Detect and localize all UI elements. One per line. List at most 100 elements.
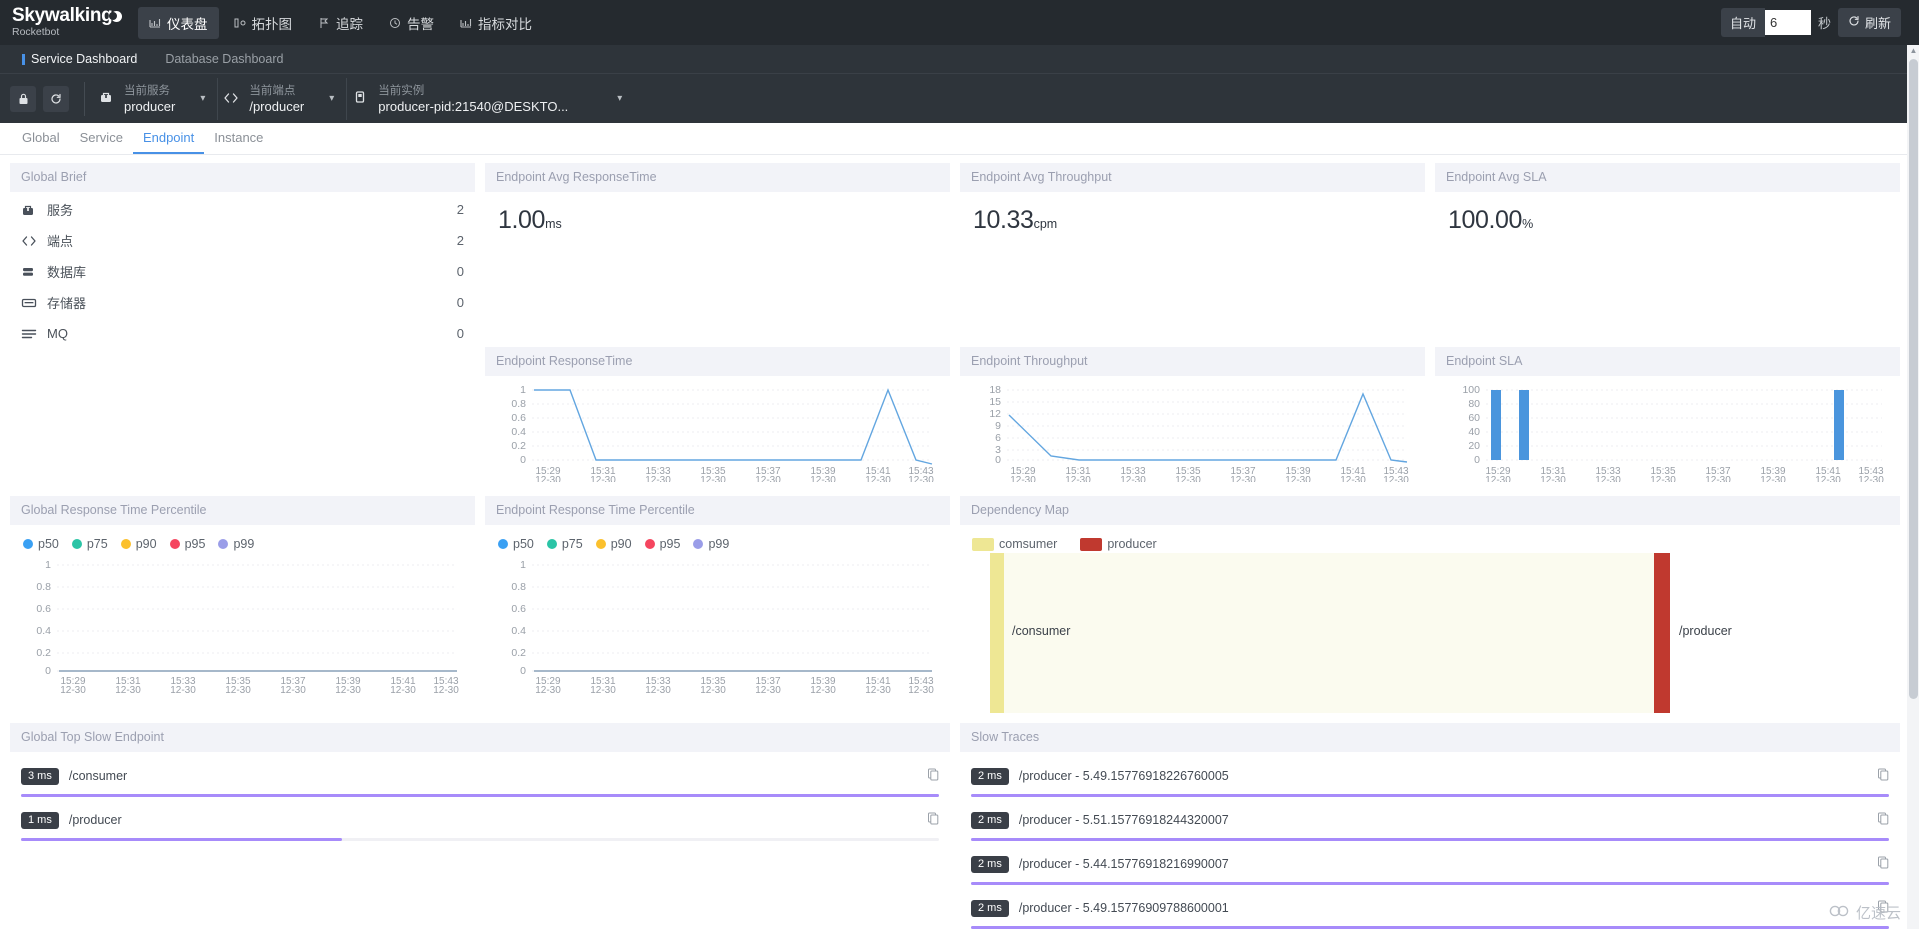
svg-text:12-30: 12-30 bbox=[1540, 475, 1566, 482]
legend-item-p75[interactable]: p75 bbox=[547, 537, 583, 551]
chart-svg-endpoint-responsetime: 1 0.8 0.6 0.4 0.2 0 15:2912-30 15:3112-3… bbox=[496, 382, 936, 482]
nav-item-alarm[interactable]: 告警 bbox=[378, 7, 445, 39]
dashboard-tab-database[interactable]: Database Dashboard bbox=[151, 45, 297, 73]
legend-global-percentile: p50 p75 p90 p95 p99 bbox=[21, 531, 464, 553]
svg-text:0.8: 0.8 bbox=[511, 398, 526, 410]
auto-refresh-toggle[interactable]: 自动 bbox=[1721, 8, 1765, 37]
tab-global[interactable]: Global bbox=[12, 123, 70, 154]
refresh-button[interactable]: 刷新 bbox=[1838, 8, 1901, 37]
svg-text:12-30: 12-30 bbox=[1120, 475, 1146, 482]
svg-text:12-30: 12-30 bbox=[1065, 475, 1091, 482]
svg-text:0.4: 0.4 bbox=[511, 625, 526, 637]
svg-text:12-30: 12-30 bbox=[755, 475, 781, 482]
legend-item-p50[interactable]: p50 bbox=[498, 537, 534, 551]
metric-number: 100.00 bbox=[1448, 206, 1522, 234]
panel-global-brief: Global Brief 服务 2 端点 2 bbox=[10, 163, 475, 353]
slow-trace-item[interactable]: 2 ms /producer - 5.51.15776918244320007 bbox=[971, 805, 1889, 841]
legend-item-p95[interactable]: p95 bbox=[170, 537, 206, 551]
copy-icon[interactable] bbox=[1877, 856, 1889, 872]
scrollbar-thumb[interactable] bbox=[1909, 59, 1918, 699]
svg-text:0.2: 0.2 bbox=[511, 647, 526, 659]
svg-text:0.2: 0.2 bbox=[511, 440, 526, 452]
dashboard-tab-service[interactable]: Service Dashboard bbox=[8, 45, 151, 73]
legend-item-p95[interactable]: p95 bbox=[645, 537, 681, 551]
chart-global-response-percentile[interactable]: 1 0.8 0.6 0.4 0.2 0 bbox=[21, 553, 464, 693]
metric-scope-tabs: Global Service Endpoint Instance bbox=[0, 123, 1919, 155]
svg-text:15: 15 bbox=[989, 396, 1001, 408]
scroll-up-arrow-icon[interactable]: ▲ bbox=[1909, 46, 1918, 55]
copy-icon[interactable] bbox=[1877, 812, 1889, 828]
chevron-down-icon[interactable]: ▾ bbox=[200, 93, 205, 104]
refresh-label: 刷新 bbox=[1865, 13, 1891, 32]
copy-icon[interactable] bbox=[927, 768, 939, 784]
nav-item-trace[interactable]: 追踪 bbox=[307, 7, 374, 39]
panel-title-endpoint-throughput: Endpoint Throughput bbox=[960, 347, 1425, 376]
app-logo[interactable]: Skywalking Rocketbot bbox=[12, 6, 124, 39]
tab-instance[interactable]: Instance bbox=[204, 123, 273, 154]
auto-refresh-interval-input[interactable] bbox=[1765, 10, 1811, 35]
chart-endpoint-responsetime[interactable]: 1 0.8 0.6 0.4 0.2 0 15:2912-30 15:3112-3… bbox=[485, 376, 950, 486]
selector-label-service: 当前服务 bbox=[124, 84, 175, 99]
svg-text:0: 0 bbox=[520, 454, 526, 466]
page-scrollbar[interactable]: ▲ bbox=[1907, 45, 1919, 929]
selector-current-service[interactable]: 当前服务 producer ▾ bbox=[93, 78, 218, 120]
svg-text:0.6: 0.6 bbox=[511, 412, 526, 424]
legend-item-producer[interactable]: producer bbox=[1080, 537, 1156, 551]
panel-group-endpoint-sla: Endpoint Avg SLA 100.00% bbox=[1435, 163, 1900, 353]
chevron-down-icon[interactable]: ▾ bbox=[329, 93, 334, 104]
legend-color-dot bbox=[23, 539, 33, 549]
chart-y-axis-labels: 1 0.8 0.6 0.4 0.2 0 bbox=[36, 559, 51, 677]
global-brief-value-cache: 0 bbox=[457, 295, 464, 310]
global-brief-row: 端点 2 bbox=[21, 225, 464, 256]
dependency-node-consumer[interactable] bbox=[990, 553, 1004, 713]
legend-item-p50[interactable]: p50 bbox=[23, 537, 59, 551]
reload-button[interactable] bbox=[43, 86, 69, 112]
nav-item-topology[interactable]: 拓扑图 bbox=[223, 7, 304, 39]
panel-endpoint-avg-responsetime: Endpoint Avg ResponseTime 1.00ms bbox=[485, 163, 950, 249]
svg-text:1: 1 bbox=[520, 384, 526, 396]
chart-endpoint-sla[interactable]: 100 80 60 40 20 0 15:2912-30 15:3 bbox=[1435, 376, 1900, 486]
dependency-node-producer[interactable] bbox=[1654, 553, 1670, 713]
slow-trace-item[interactable]: 2 ms /producer - 5.44.15776918216990007 bbox=[971, 849, 1889, 885]
panel-slow-traces: Slow Traces 2 ms /producer - 5.49.157769… bbox=[960, 723, 1900, 929]
slow-trace-item[interactable]: 2 ms /producer - 5.49.15776909788600001 bbox=[971, 893, 1889, 929]
svg-text:6: 6 bbox=[995, 432, 1001, 444]
panel-title-slow-traces: Slow Traces bbox=[960, 723, 1900, 752]
selector-current-instance[interactable]: 当前实例 producer-pid:21540@DESKTO... ▾ bbox=[347, 78, 634, 120]
copy-icon[interactable] bbox=[1877, 768, 1889, 784]
selector-current-endpoint[interactable]: 当前端点 /producer ▾ bbox=[218, 78, 347, 120]
slow-trace-item[interactable]: 2 ms /producer - 5.49.15776918226760005 bbox=[971, 761, 1889, 797]
nav-item-dashboard[interactable]: 仪表盘 bbox=[138, 7, 219, 39]
chart-y-axis-labels: 1 0.8 0.6 0.4 0.2 0 bbox=[511, 559, 526, 677]
legend-item-p75[interactable]: p75 bbox=[72, 537, 108, 551]
lock-button[interactable] bbox=[10, 86, 36, 112]
chart-endpoint-response-percentile[interactable]: 1 0.8 0.6 0.4 0.2 0 bbox=[496, 553, 939, 693]
svg-text:0: 0 bbox=[1474, 454, 1480, 466]
chart-endpoint-throughput[interactable]: 18 15 12 9 6 3 0 15:2912-30 15:3112-30 1… bbox=[960, 376, 1425, 486]
legend-item-p90[interactable]: p90 bbox=[596, 537, 632, 551]
legend-item-p99[interactable]: p99 bbox=[218, 537, 254, 551]
svg-text:12: 12 bbox=[989, 408, 1001, 420]
tab-endpoint[interactable]: Endpoint bbox=[133, 123, 204, 154]
svg-text:0: 0 bbox=[520, 665, 526, 677]
svg-text:12-30: 12-30 bbox=[1760, 475, 1786, 482]
progress-fill bbox=[971, 838, 1889, 841]
svg-text:12-30: 12-30 bbox=[1285, 475, 1311, 482]
legend-item-p90[interactable]: p90 bbox=[121, 537, 157, 551]
panel-endpoint-avg-sla: Endpoint Avg SLA 100.00% bbox=[1435, 163, 1900, 249]
global-brief-label-cache: 存储器 bbox=[47, 293, 457, 312]
svg-text:12-30: 12-30 bbox=[1383, 475, 1409, 482]
legend-item-p99[interactable]: p99 bbox=[693, 537, 729, 551]
svg-text:9: 9 bbox=[995, 420, 1001, 432]
duration-badge: 2 ms bbox=[971, 856, 1009, 873]
slow-endpoint-item[interactable]: 3 ms /consumer bbox=[21, 761, 939, 797]
legend-item-comsumer[interactable]: comsumer bbox=[972, 537, 1057, 551]
slow-endpoint-item[interactable]: 1 ms /producer bbox=[21, 805, 939, 841]
tab-service[interactable]: Service bbox=[70, 123, 133, 154]
chevron-down-icon[interactable]: ▾ bbox=[617, 93, 622, 104]
copy-icon[interactable] bbox=[927, 812, 939, 828]
dependency-map-canvas[interactable]: /consumer /producer bbox=[960, 553, 1900, 713]
svg-text:12-30: 12-30 bbox=[390, 685, 416, 693]
nav-item-compare[interactable]: 指标对比 bbox=[449, 7, 543, 39]
selector-value-endpoint: /producer bbox=[249, 99, 304, 114]
